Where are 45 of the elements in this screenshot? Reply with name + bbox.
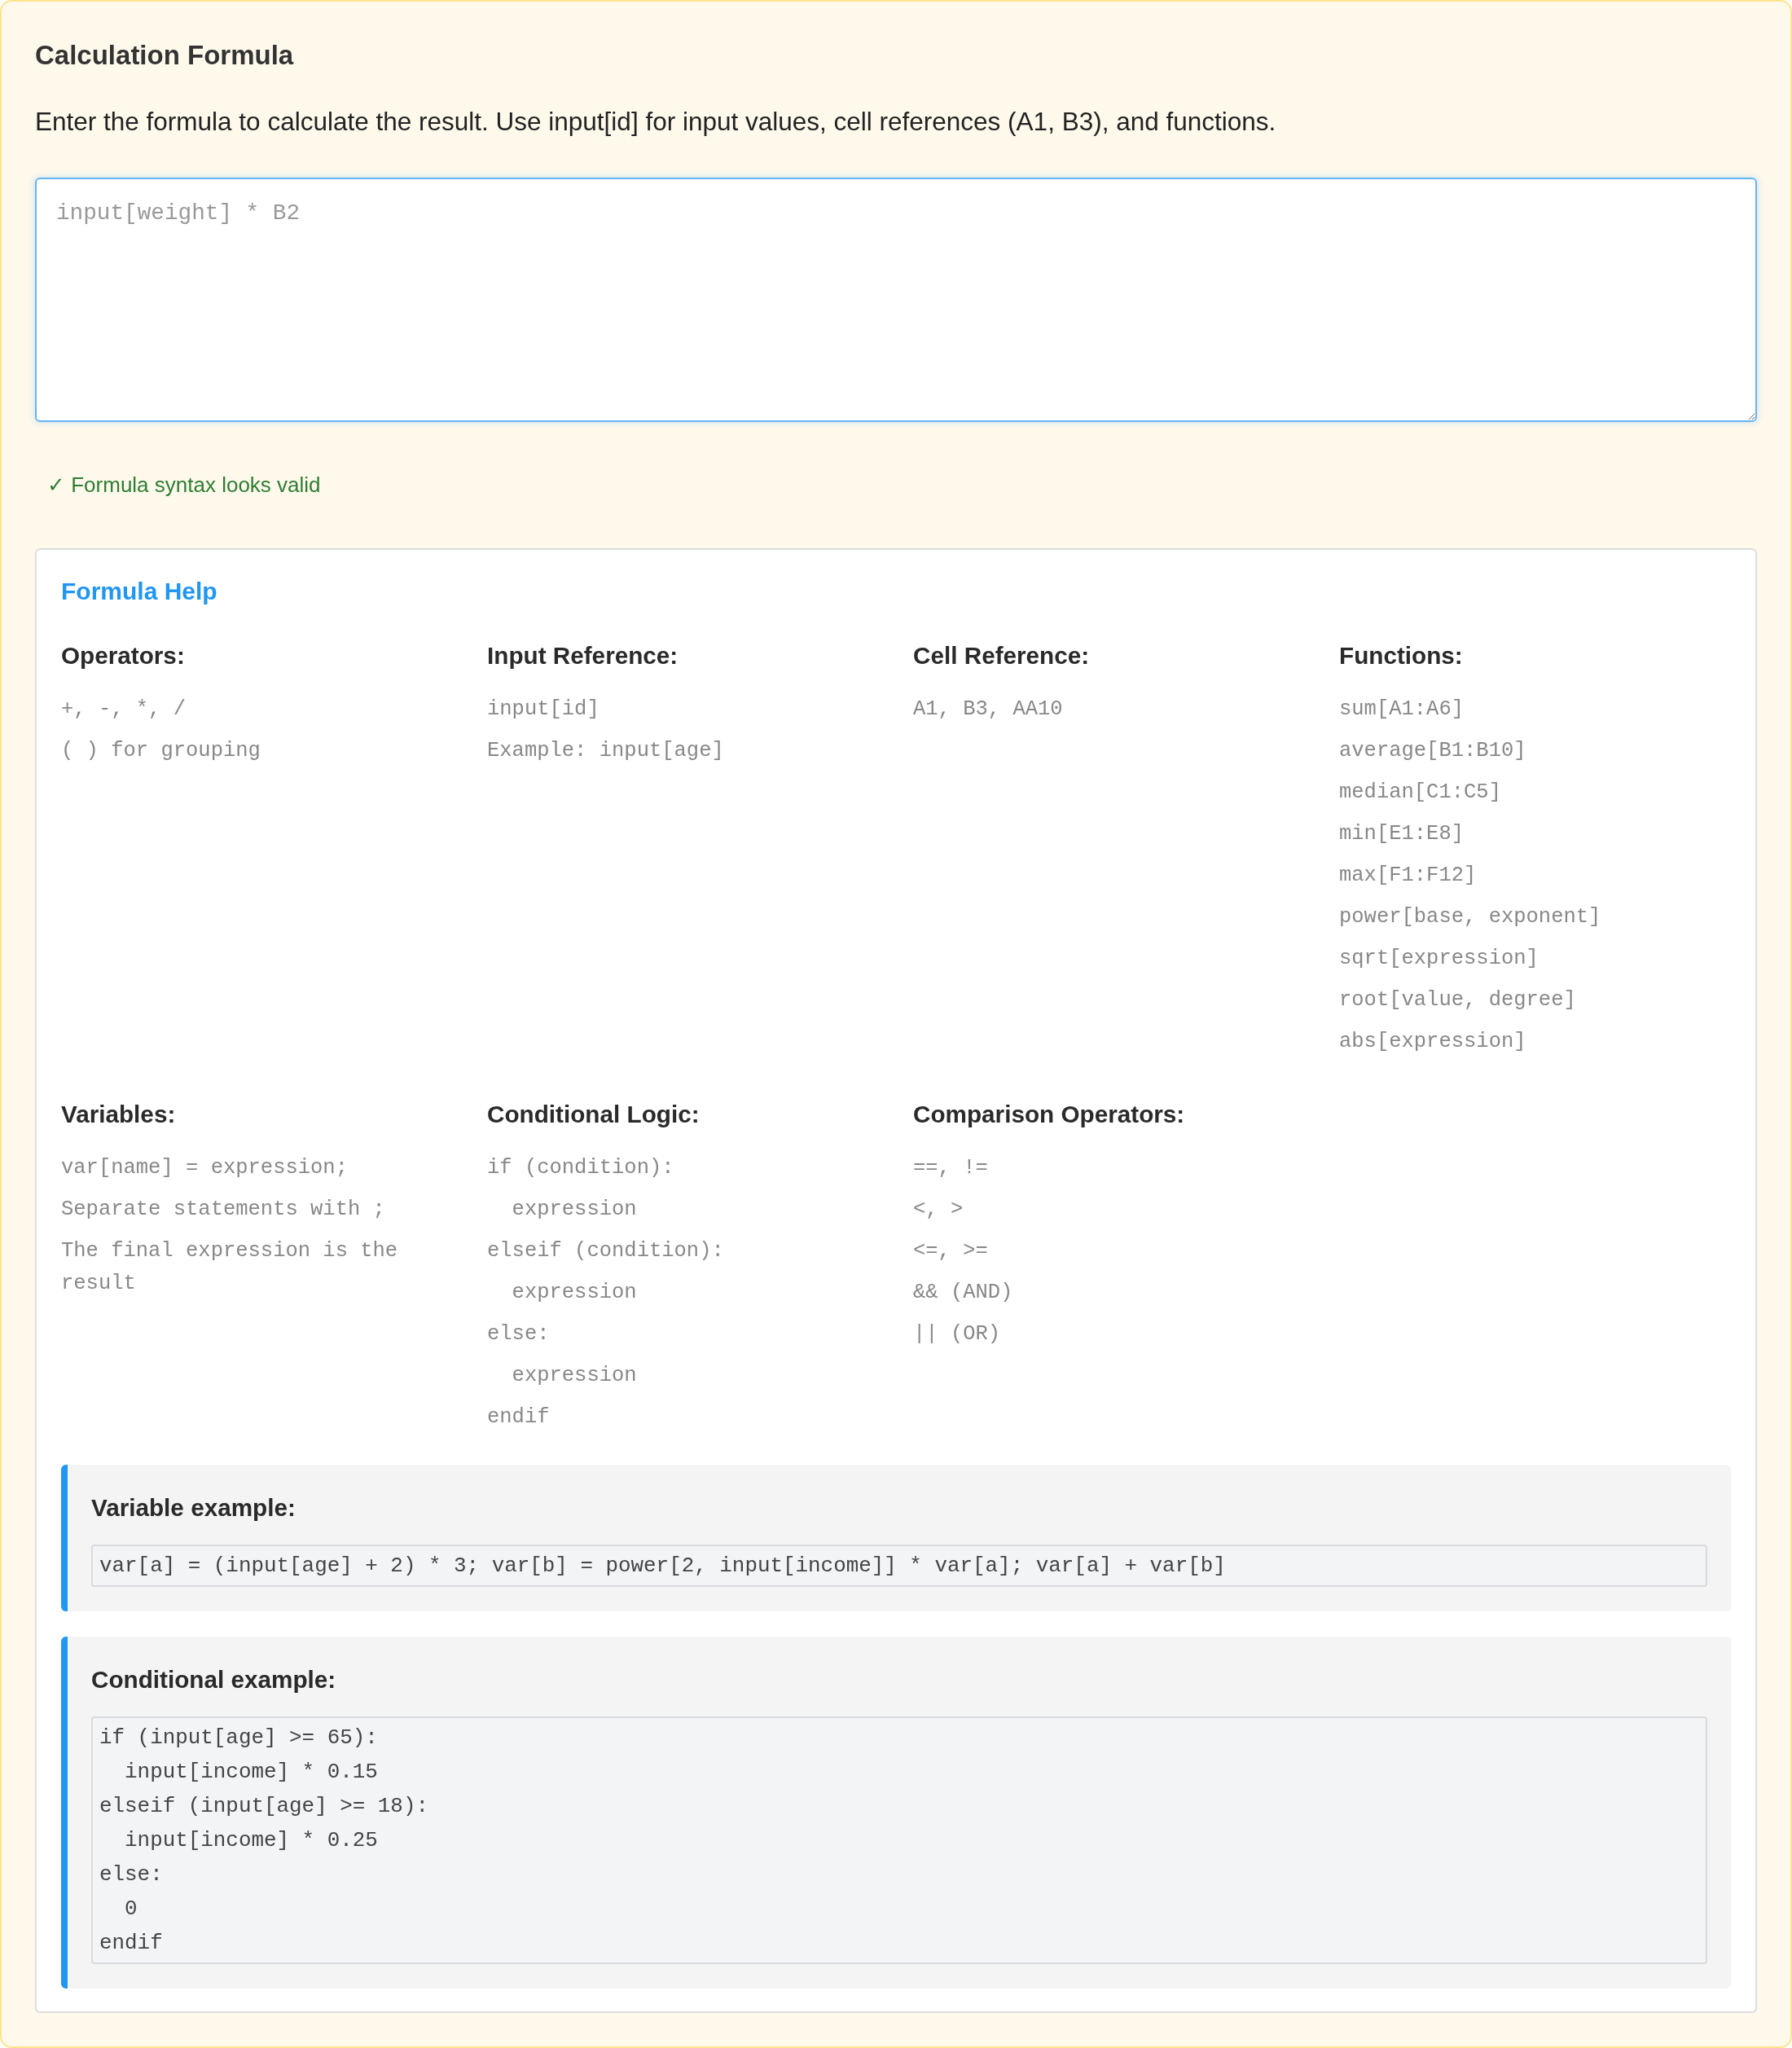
- help-item: ==, !=: [913, 1155, 988, 1181]
- help-item: min[E1:E8]: [1339, 821, 1465, 847]
- help-item: ( ) for grouping: [61, 738, 261, 764]
- code-block: var[a] = (input[age] + 2) * 3; var[b] = power[2, input[income]] * var[a]; var[a] + var[b]: [91, 1545, 1707, 1587]
- help-item: if (condition):: [487, 1155, 674, 1181]
- section-heading: Functions:: [1339, 641, 1463, 670]
- help-item: Example: input[age]: [487, 738, 724, 764]
- help-item: A1, B3, AA10: [913, 697, 1063, 723]
- help-item: average[B1:B10]: [1339, 738, 1526, 764]
- help-item: <=, >=: [913, 1238, 988, 1264]
- help-item: sqrt[expression]: [1339, 946, 1539, 972]
- help-item: median[C1:C5]: [1339, 780, 1501, 806]
- help-item: && (AND): [913, 1280, 1013, 1306]
- section-heading: Input Reference:: [487, 641, 679, 670]
- help-item: else:: [487, 1321, 550, 1347]
- help-item: power[base, exponent]: [1339, 904, 1601, 930]
- help-item: Separate statements with ;: [61, 1197, 385, 1223]
- code-block: if (input[age] >= 65): input[income] * 0.15 elseif (input[age] >= 18): input[income] * 0.25 else: 0 endif: [91, 1716, 1707, 1964]
- help-item: var[name] = expression;: [61, 1155, 348, 1181]
- help-item: expression: [512, 1280, 637, 1306]
- help-item: max[F1:F12]: [1339, 863, 1477, 889]
- help-title: Formula Help: [61, 577, 217, 606]
- example-heading: Variable example:: [91, 1493, 296, 1523]
- help-item: elseif (condition):: [487, 1238, 724, 1264]
- help-item: <, >: [913, 1197, 964, 1223]
- section-heading: Cell Reference:: [913, 641, 1090, 670]
- help-item: endif: [487, 1404, 550, 1431]
- validation-message: ✓ Formula syntax looks valid: [47, 472, 321, 498]
- help-item: expression: [512, 1197, 637, 1223]
- help-item: +, -, *, /: [61, 697, 187, 723]
- description-text: Enter the formula to calculate the result. Use input[id] for input values, cell references (A1, B3), and functions.: [35, 107, 1276, 136]
- help-item: || (OR): [913, 1321, 1001, 1347]
- section-heading: Conditional Logic:: [487, 1100, 700, 1129]
- help-item: input[id]: [487, 697, 600, 723]
- help-item: The final expression is the result: [61, 1238, 399, 1297]
- section-heading: Comparison Operators:: [913, 1100, 1185, 1129]
- panel-title: Calculation Formula: [35, 40, 294, 71]
- example-heading: Conditional example:: [91, 1665, 336, 1694]
- formula-field[interactable]: input[weight] * B2: [35, 178, 1757, 422]
- help-item: sum[A1:A6]: [1339, 697, 1465, 723]
- help-item: expression: [512, 1363, 637, 1389]
- help-item: abs[expression]: [1339, 1029, 1526, 1055]
- section-heading: Operators:: [61, 641, 185, 670]
- help-item: root[value, degree]: [1339, 987, 1576, 1013]
- section-heading: Variables:: [61, 1100, 176, 1129]
